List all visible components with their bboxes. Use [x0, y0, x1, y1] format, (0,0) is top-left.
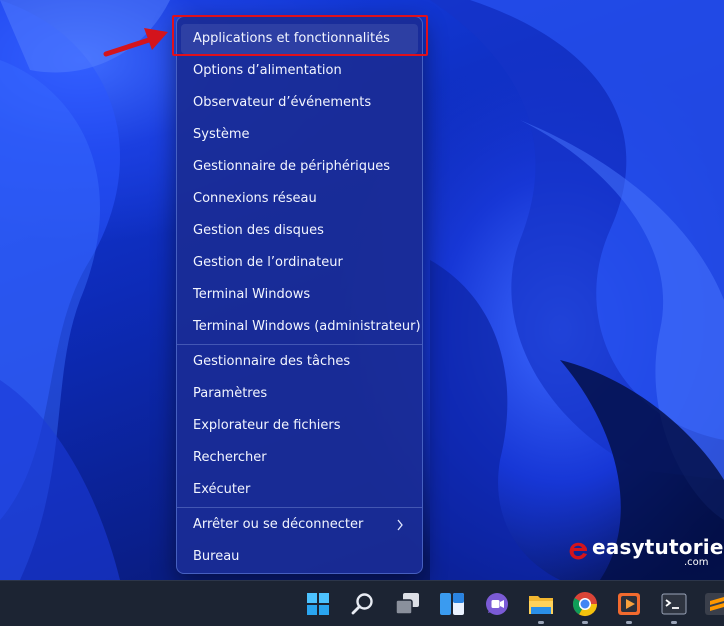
menu-item-explorateur-fichiers[interactable]: Explorateur de fichiers: [181, 411, 418, 441]
menu-item-parametres[interactable]: Paramètres: [181, 379, 418, 409]
annotation-highlight-box: [172, 15, 428, 56]
media-player-icon: [618, 593, 640, 615]
menu-item-label: Gestion de l’ordinateur: [193, 255, 343, 270]
file-explorer-button[interactable]: [526, 589, 556, 619]
menu-item-executer[interactable]: Exécuter: [181, 475, 418, 505]
watermark-text: easytutoriel: [592, 535, 724, 559]
menu-item-observateur-evenements[interactable]: Observateur d’événements: [181, 88, 418, 118]
menu-item-bureau[interactable]: Bureau: [181, 542, 418, 572]
menu-item-label: Bureau: [193, 549, 240, 564]
menu-item-options-alimentation[interactable]: Options d’alimentation: [181, 56, 418, 86]
menu-item-gestion-disques[interactable]: Gestion des disques: [181, 216, 418, 246]
chrome-button[interactable]: [570, 589, 600, 619]
widgets-icon: [440, 593, 464, 615]
watermark-logo: easytutoriel .com: [566, 533, 724, 573]
menu-item-connexions-reseau[interactable]: Connexions réseau: [181, 184, 418, 214]
start-button[interactable]: [303, 589, 333, 619]
menu-item-label: Observateur d’événements: [193, 95, 372, 110]
menu-item-systeme[interactable]: Système: [181, 120, 418, 150]
menu-item-label: Explorateur de fichiers: [193, 418, 341, 433]
menu-item-rechercher[interactable]: Rechercher: [181, 443, 418, 473]
winx-context-menu: Applications et fonctionnalités Options …: [176, 16, 423, 574]
search-button[interactable]: [348, 589, 378, 619]
menu-item-label: Gestion des disques: [193, 223, 324, 238]
terminal-button[interactable]: [659, 589, 689, 619]
running-indicator: [626, 621, 632, 624]
teams-chat-icon: [486, 593, 508, 615]
running-indicator: [671, 621, 677, 624]
file-explorer-icon: [529, 596, 553, 614]
easytutoriel-logo-icon: [569, 542, 587, 560]
terminal-icon: [661, 593, 687, 615]
sublime-text-button[interactable]: [702, 589, 724, 619]
task-view-button[interactable]: [393, 589, 423, 619]
menu-item-label: Terminal Windows: [193, 287, 311, 302]
menu-item-label: Terminal Windows (administrateur): [193, 319, 421, 334]
running-indicator: [582, 621, 588, 624]
menu-item-label: Connexions réseau: [193, 191, 317, 206]
menu-item-label: Rechercher: [193, 450, 267, 465]
menu-separator: [177, 507, 422, 508]
menu-item-gestionnaire-peripheriques[interactable]: Gestionnaire de périphériques: [181, 152, 418, 182]
menu-separator: [177, 344, 422, 345]
menu-item-label: Système: [193, 127, 250, 142]
menu-item-label: Exécuter: [193, 482, 251, 497]
menu-item-label: Arrêter ou se déconnecter: [193, 517, 364, 532]
watermark-tld: .com: [684, 557, 709, 568]
taskbar: [0, 580, 724, 626]
widgets-button[interactable]: [437, 589, 467, 619]
running-indicator: [538, 621, 544, 624]
chrome-icon: [572, 592, 597, 617]
menu-item-gestionnaire-taches[interactable]: Gestionnaire des tâches: [181, 347, 418, 377]
menu-item-gestion-ordinateur[interactable]: Gestion de l’ordinateur: [181, 248, 418, 278]
menu-item-terminal-windows[interactable]: Terminal Windows: [181, 280, 418, 310]
menu-item-label: Options d’alimentation: [193, 63, 342, 78]
menu-item-label: Gestionnaire de périphériques: [193, 159, 391, 174]
menu-item-label: Paramètres: [193, 386, 268, 401]
annotation-arrow-icon: [103, 28, 168, 57]
media-player-button[interactable]: [614, 589, 644, 619]
teams-chat-button[interactable]: [482, 589, 512, 619]
start-icon: [307, 593, 329, 615]
sublime-text-icon: [705, 593, 724, 615]
search-icon: [351, 593, 373, 615]
menu-item-label: Gestionnaire des tâches: [193, 354, 351, 369]
menu-item-arreter-deconnecter[interactable]: Arrêter ou se déconnecter: [181, 510, 418, 540]
menu-item-terminal-windows-admin[interactable]: Terminal Windows (administrateur): [181, 312, 421, 342]
task-view-icon: [395, 593, 419, 615]
chevron-right-icon: [397, 519, 403, 531]
